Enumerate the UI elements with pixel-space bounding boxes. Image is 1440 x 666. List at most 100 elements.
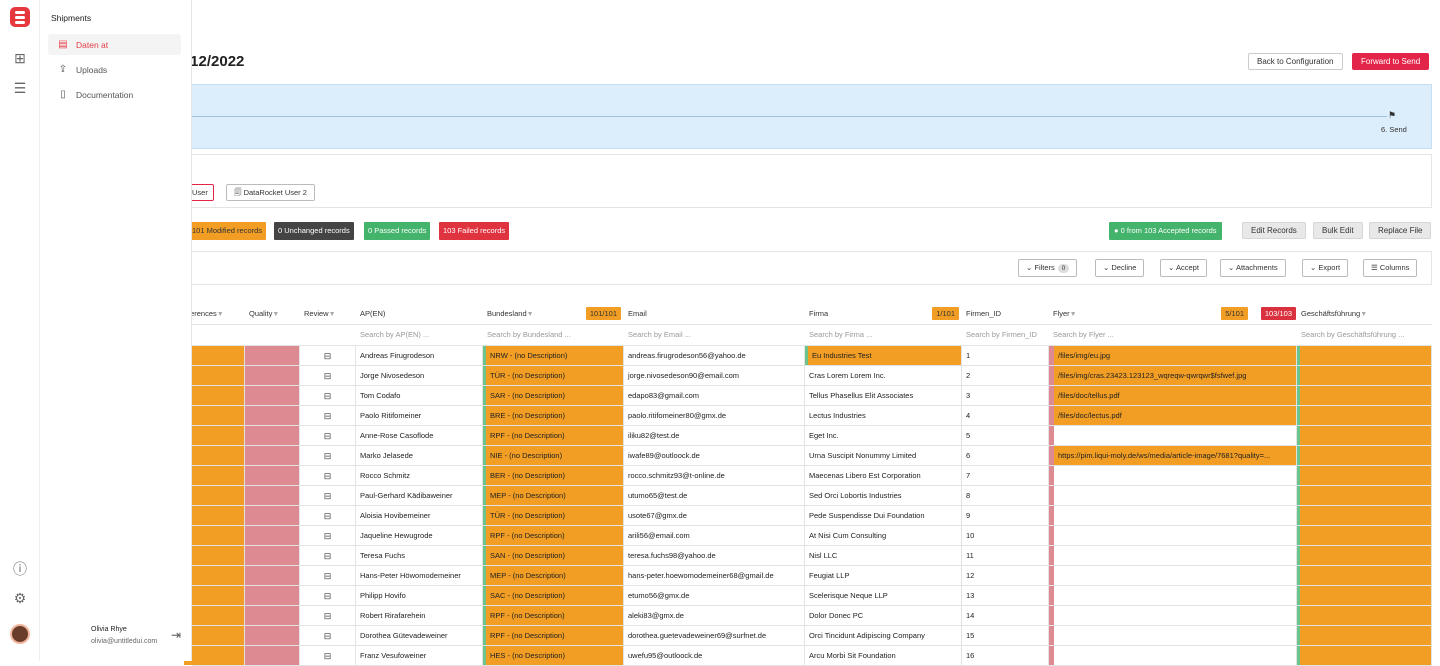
ap-cell[interactable]: Andreas Firugrodeson [356, 346, 483, 365]
table-row[interactable]: ⊟ Jorge Nivosedeson TÜR - (no Description)… [184, 366, 1432, 386]
differences-cell[interactable] [184, 346, 245, 365]
review-icon[interactable]: ⊟ [300, 606, 356, 625]
table-row[interactable]: ⊟ Paolo Ritifomeiner BRE - (no Description… [184, 406, 1432, 426]
quality-cell[interactable] [245, 646, 300, 665]
firmen-id-cell[interactable]: 1 [962, 346, 1049, 365]
table-row[interactable]: ⊟ Dorothea Gütevadeweiner RPF - (no Descri… [184, 626, 1432, 646]
table-row[interactable]: ⊟ Robert Rirafarehein RPF - (no Descriptio… [184, 606, 1432, 626]
ap-cell[interactable]: Dorothea Gütevadeweiner [356, 626, 483, 645]
flyer-cell[interactable]: /files/img/eu.jpg [1049, 346, 1297, 365]
review-icon[interactable]: ⊟ [300, 626, 356, 645]
gf-cell[interactable] [1297, 406, 1432, 425]
email-cell[interactable]: iliku82@test.de [624, 426, 805, 445]
differences-cell[interactable] [184, 446, 245, 465]
firma-cell[interactable]: Sed Orci Lobortis Industries [805, 486, 962, 505]
email-cell[interactable]: jorge.nivosedeson90@email.com [624, 366, 805, 385]
email-cell[interactable]: dorothea.guetevadeweiner69@surfnet.de [624, 626, 805, 645]
email-cell[interactable]: hans-peter.hoewomodemeiner68@gmail.de [624, 566, 805, 585]
firmen-id-cell[interactable]: 16 [962, 646, 1049, 665]
search-gf-input[interactable]: Search by Geschäftsführung ... [1297, 325, 1432, 345]
table-row[interactable]: ⊟ Paul-Gerhard Kädibaweiner MEP - (no Desc… [184, 486, 1432, 506]
sidebar-item-documentation[interactable]: ▯ Documentation [48, 84, 181, 105]
firma-cell[interactable]: Urna Suscipit Nonummy Limited [805, 446, 962, 465]
failed-records-badge[interactable]: 103 Failed records [439, 222, 510, 240]
bundesland-cell[interactable]: BRE - (no Description) [483, 406, 624, 425]
firma-cell[interactable]: Feugiat LLP [805, 566, 962, 585]
quality-cell[interactable] [245, 506, 300, 525]
email-cell[interactable]: andreas.firugrodeson56@yahoo.de [624, 346, 805, 365]
info-icon[interactable]: ⓘ [10, 559, 30, 579]
flyer-cell[interactable] [1049, 506, 1297, 525]
firma-cell[interactable]: Lectus Industries [805, 406, 962, 425]
app-logo[interactable] [10, 7, 30, 27]
firma-cell[interactable]: Eget Inc. [805, 426, 962, 445]
gf-cell[interactable] [1297, 466, 1432, 485]
back-to-configuration-button[interactable]: Back to Configuration [1248, 53, 1343, 70]
accepted-records-badge[interactable]: ● 0 from 103 Accepted records [1109, 222, 1222, 240]
review-icon[interactable]: ⊟ [300, 406, 356, 425]
ap-cell[interactable]: Aloisia Hovibemeiner [356, 506, 483, 525]
table-row[interactable]: ⊟ Franz Vesufoweiner HES - (no Description… [184, 646, 1432, 666]
table-row[interactable]: ⊟ Aloisia Hovibemeiner TÜR - (no Descripti… [184, 506, 1432, 526]
firmen-id-cell[interactable]: 15 [962, 626, 1049, 645]
quality-cell[interactable] [245, 546, 300, 565]
quality-cell[interactable] [245, 406, 300, 425]
bundesland-cell[interactable]: TÜR - (no Description) [483, 366, 624, 385]
quality-cell[interactable] [245, 466, 300, 485]
table-row[interactable]: ⊟ Jaqueline Hewugrode RPF - (no Descriptio… [184, 526, 1432, 546]
ap-cell[interactable]: Franz Vesufoweiner [356, 646, 483, 665]
firmen-id-cell[interactable]: 11 [962, 546, 1049, 565]
user-tag-2[interactable]: 🗐 DataRocket User 2 [226, 184, 315, 201]
shipments-icon[interactable]: ⊞ [10, 48, 30, 68]
search-bundesland-input[interactable]: Search by Bundesland ... [483, 325, 621, 345]
forward-to-send-button[interactable]: Forward to Send [1352, 53, 1430, 70]
differences-cell[interactable] [184, 466, 245, 485]
search-flyer-input[interactable]: Search by Flyer ... [1049, 325, 1296, 345]
flyer-cell[interactable]: https://pim.liqui-moly.de/ws/media/artic… [1049, 446, 1297, 465]
email-cell[interactable]: utumo65@test.de [624, 486, 805, 505]
modified-records-badge[interactable]: 101 Modified records [188, 222, 267, 240]
bundesland-cell[interactable]: BER - (no Description) [483, 466, 624, 485]
ap-cell[interactable]: Rocco Schmitz [356, 466, 483, 485]
firmen-id-cell[interactable]: 3 [962, 386, 1049, 405]
differences-cell[interactable] [184, 646, 245, 665]
gf-cell[interactable] [1297, 446, 1432, 465]
firmen-id-cell[interactable]: 2 [962, 366, 1049, 385]
search-firma-input[interactable]: Search by Firma ... [805, 325, 959, 345]
col-email[interactable]: Email [624, 304, 804, 324]
flyer-cell[interactable]: /files/doc/lectus.pdf [1049, 406, 1297, 425]
flyer-cell[interactable] [1049, 566, 1297, 585]
gf-cell[interactable] [1297, 506, 1432, 525]
bundesland-cell[interactable]: HES - (no Description) [483, 646, 624, 665]
firmen-id-cell[interactable]: 9 [962, 506, 1049, 525]
table-row[interactable]: ⊟ Andreas Firugrodeson NRW - (no Descripti… [184, 346, 1432, 366]
ap-cell[interactable]: Robert Rirafarehein [356, 606, 483, 625]
flyer-cell[interactable] [1049, 526, 1297, 545]
email-cell[interactable]: uwefu95@outloock.de [624, 646, 805, 665]
logout-icon[interactable]: ⇥ [171, 628, 181, 642]
filter-icon[interactable]: ▼ [329, 311, 336, 318]
quality-cell[interactable] [245, 606, 300, 625]
col-firmen-id[interactable]: Firmen_ID [962, 304, 1050, 324]
quality-cell[interactable] [245, 626, 300, 645]
checklist-icon[interactable]: ☰ [10, 78, 30, 98]
unchanged-records-badge[interactable]: 0 Unchanged records [274, 222, 354, 240]
col-firma[interactable]: Firma 1/101 [805, 304, 959, 324]
differences-cell[interactable] [184, 606, 245, 625]
firmen-id-cell[interactable]: 4 [962, 406, 1049, 425]
edit-records-button[interactable]: Edit Records [1242, 222, 1306, 239]
col-review[interactable]: Review▼ [300, 304, 356, 324]
bundesland-cell[interactable]: SAN - (no Description) [483, 546, 624, 565]
firma-cell[interactable]: Pede Suspendisse Dui Foundation [805, 506, 962, 525]
quality-cell[interactable] [245, 366, 300, 385]
table-row[interactable]: ⊟ Tom Codafo SAR - (no Description) edapo83… [184, 386, 1432, 406]
quality-cell[interactable] [245, 346, 300, 365]
review-icon[interactable]: ⊟ [300, 386, 356, 405]
firma-cell[interactable]: Orci Tincidunt Adipiscing Company [805, 626, 962, 645]
review-icon[interactable]: ⊟ [300, 486, 356, 505]
bundesland-cell[interactable]: SAC - (no Description) [483, 586, 624, 605]
table-row[interactable]: ⊟ Hans-Peter Höwomodemeiner MEP - (no Desc… [184, 566, 1432, 586]
table-row[interactable]: ⊟ Anne-Rose Casoflode RPF - (no Descriptio… [184, 426, 1432, 446]
ap-cell[interactable]: Hans-Peter Höwomodemeiner [356, 566, 483, 585]
quality-cell[interactable] [245, 426, 300, 445]
